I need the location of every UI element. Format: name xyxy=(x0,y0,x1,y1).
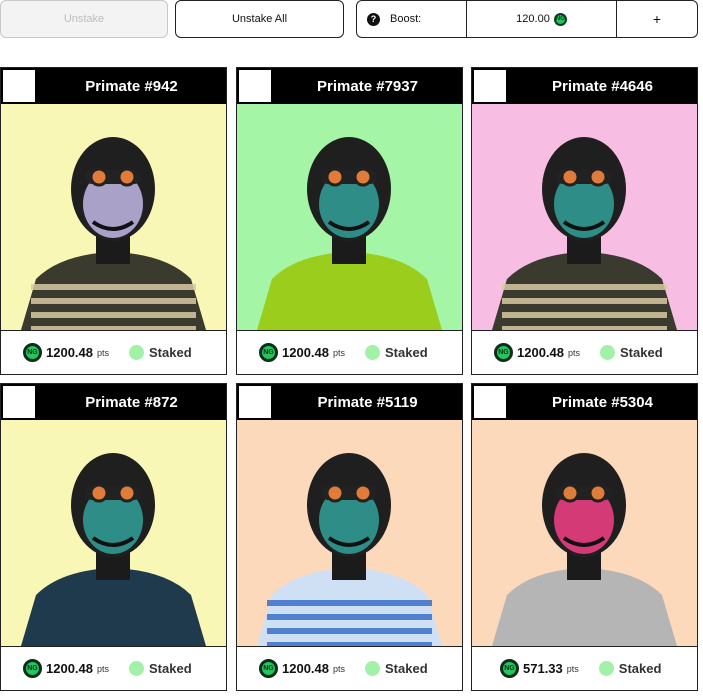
select-checkbox[interactable] xyxy=(2,69,36,103)
card-title: Primate #872 xyxy=(85,393,178,411)
boost-plus-button[interactable]: + xyxy=(617,1,697,37)
card-header: Primate #7937 xyxy=(237,68,462,104)
select-checkbox[interactable] xyxy=(473,69,507,103)
card-header: Primate #872 xyxy=(1,384,226,420)
points-unit: pts xyxy=(568,347,581,358)
card-footer: NG 571.33 pts Staked xyxy=(472,646,697,690)
staked-status: Staked xyxy=(149,661,192,676)
staked-status: Staked xyxy=(385,661,428,676)
card-footer: NG 1200.48 pts Staked xyxy=(1,646,226,690)
nft-card[interactable]: Primate #5304 NG 571.33 pts Staked xyxy=(471,383,698,691)
card-title: Primate #5119 xyxy=(317,393,418,411)
points-value: 1200.48 xyxy=(282,661,329,676)
nft-card[interactable]: Primate #4646 NG 1200.48 pts Staked xyxy=(471,67,698,375)
staked-status: Staked xyxy=(620,345,663,360)
boost-control: ? Boost: 120.00 NG + xyxy=(356,0,698,38)
card-footer: NG 1200.48 pts Staked xyxy=(472,330,697,374)
token-icon: NG xyxy=(23,343,42,362)
points-value: 1200.48 xyxy=(282,345,329,360)
unstake-all-button[interactable]: Unstake All xyxy=(175,0,344,38)
nft-card[interactable]: Primate #872 NG 1200.48 pts Staked xyxy=(0,383,227,691)
boost-label-group: ? Boost: xyxy=(357,1,467,37)
staked-status-icon xyxy=(129,345,145,360)
staked-status-icon xyxy=(365,345,381,360)
points-value: 1200.48 xyxy=(517,345,564,360)
points-unit: pts xyxy=(97,347,110,358)
nft-card[interactable]: Primate #942 NG 1200.48 pts Staked xyxy=(0,67,227,375)
card-footer: NG 1200.48 pts Staked xyxy=(1,330,226,374)
staked-status-icon xyxy=(365,661,381,676)
select-checkbox[interactable] xyxy=(473,385,507,419)
boost-value-display: 120.00 NG xyxy=(467,1,617,37)
card-header: Primate #4646 xyxy=(472,68,697,104)
token-icon: NG xyxy=(494,343,513,362)
nft-image xyxy=(1,420,226,646)
token-icon: NG xyxy=(259,659,278,678)
card-footer: NG 1200.48 pts Staked xyxy=(237,646,462,690)
points-value: 1200.48 xyxy=(46,345,93,360)
nft-image xyxy=(472,104,697,330)
points-unit: pts xyxy=(97,663,110,674)
card-footer: NG 1200.48 pts Staked xyxy=(237,330,462,374)
card-title: Primate #942 xyxy=(85,77,178,95)
points-unit: pts xyxy=(333,663,346,674)
staked-status-icon xyxy=(600,345,616,360)
staked-status: Staked xyxy=(149,345,192,360)
select-checkbox[interactable] xyxy=(238,385,272,419)
card-title: Primate #7937 xyxy=(317,77,418,95)
token-icon: NG xyxy=(259,343,278,362)
select-checkbox[interactable] xyxy=(238,69,272,103)
token-icon: NG xyxy=(23,659,42,678)
nft-card[interactable]: Primate #5119 NG 1200.48 pts Staked xyxy=(236,383,463,691)
card-title: Primate #4646 xyxy=(552,77,653,95)
help-icon[interactable]: ? xyxy=(367,12,380,26)
boost-value: 120.00 xyxy=(516,13,550,25)
points-value: 1200.48 xyxy=(46,661,93,676)
nft-card[interactable]: Primate #7937 NG 1200.48 pts Staked xyxy=(236,67,463,375)
card-header: Primate #5304 xyxy=(472,384,697,420)
staked-status: Staked xyxy=(385,345,428,360)
select-checkbox[interactable] xyxy=(2,385,36,419)
token-icon: NG xyxy=(500,659,519,678)
unstake-button[interactable]: Unstake xyxy=(0,0,168,38)
staked-status-icon xyxy=(129,661,145,676)
staked-status: Staked xyxy=(618,661,662,676)
card-title: Primate #5304 xyxy=(552,393,653,411)
boost-label: Boost: xyxy=(390,13,422,25)
nft-image xyxy=(237,420,462,646)
toolbar: Unstake Unstake All ? Boost: 120.00 NG + xyxy=(0,0,703,40)
nft-image xyxy=(237,104,462,330)
points-unit: pts xyxy=(333,347,346,358)
nft-image xyxy=(472,420,697,646)
points-value: 571.33 xyxy=(523,661,563,676)
card-header: Primate #5119 xyxy=(237,384,462,420)
card-header: Primate #942 xyxy=(1,68,226,104)
points-unit: pts xyxy=(566,663,579,674)
token-icon: NG xyxy=(553,12,567,26)
nft-image xyxy=(1,104,226,330)
staked-status-icon xyxy=(598,661,614,676)
